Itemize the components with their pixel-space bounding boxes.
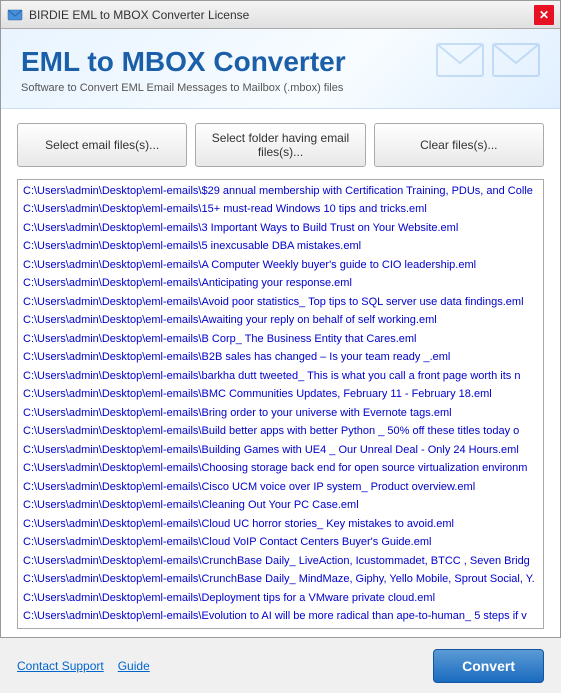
list-item: C:\Users\admin\Desktop\eml-emails\3 Impo… bbox=[20, 219, 544, 238]
list-item: C:\Users\admin\Desktop\eml-emails\Bring … bbox=[20, 404, 544, 423]
footer-links: Contact Support Guide bbox=[17, 659, 150, 673]
list-item: C:\Users\admin\Desktop\eml-emails\Buildi… bbox=[20, 441, 544, 460]
button-row: Select email files(s)... Select folder h… bbox=[17, 123, 544, 167]
clear-files-button[interactable]: Clear files(s)... bbox=[374, 123, 544, 167]
convert-button[interactable]: Convert bbox=[433, 649, 544, 683]
list-item: C:\Users\admin\Desktop\eml-emails\Cleani… bbox=[20, 496, 544, 515]
main-window: BIRDIE EML to MBOX Converter License ✕ E… bbox=[0, 0, 561, 638]
list-item: C:\Users\admin\Desktop\eml-emails\barkha… bbox=[20, 367, 544, 386]
app-subtitle: Software to Convert EML Email Messages t… bbox=[21, 82, 540, 94]
select-folder-button[interactable]: Select folder having email files(s)... bbox=[195, 123, 365, 167]
list-item: C:\Users\admin\Desktop\eml-emails\Choosi… bbox=[20, 459, 544, 478]
envelope-icon-1 bbox=[436, 43, 484, 77]
title-bar: BIRDIE EML to MBOX Converter License ✕ bbox=[1, 1, 560, 29]
footer: Contact Support Guide Convert bbox=[1, 641, 560, 693]
list-item: C:\Users\admin\Desktop\eml-emails\Deploy… bbox=[20, 589, 544, 608]
list-item: C:\Users\admin\Desktop\eml-emails\Avoid … bbox=[20, 293, 544, 312]
envelope-icon-2 bbox=[492, 43, 540, 77]
list-item: C:\Users\admin\Desktop\eml-emails\15+ mu… bbox=[20, 200, 544, 219]
list-item: C:\Users\admin\Desktop\eml-emails\Cloud … bbox=[20, 515, 544, 534]
list-item: C:\Users\admin\Desktop\eml-emails\Build … bbox=[20, 422, 544, 441]
file-list-container[interactable]: C:\Users\admin\Desktop\eml-emails\$29 an… bbox=[17, 179, 544, 629]
app-icon bbox=[7, 7, 23, 23]
guide-link[interactable]: Guide bbox=[118, 659, 150, 673]
header-area: EML to MBOX Converter Software to Conver… bbox=[1, 29, 560, 109]
list-item: C:\Users\admin\Desktop\eml-emails\$29 an… bbox=[20, 182, 544, 201]
list-item: C:\Users\admin\Desktop\eml-emails\Antici… bbox=[20, 274, 544, 293]
list-item: C:\Users\admin\Desktop\eml-emails\Awaiti… bbox=[20, 311, 544, 330]
select-files-button[interactable]: Select email files(s)... bbox=[17, 123, 187, 167]
file-list: C:\Users\admin\Desktop\eml-emails\$29 an… bbox=[20, 182, 544, 626]
list-item: C:\Users\admin\Desktop\eml-emails\Crunch… bbox=[20, 570, 544, 589]
contact-support-link[interactable]: Contact Support bbox=[17, 659, 104, 673]
list-item: C:\Users\admin\Desktop\eml-emails\5 inex… bbox=[20, 237, 544, 256]
title-bar-text: BIRDIE EML to MBOX Converter License bbox=[29, 8, 534, 22]
envelope-decoration bbox=[436, 43, 540, 77]
list-item: C:\Users\admin\Desktop\eml-emails\A Comp… bbox=[20, 256, 544, 275]
list-item: C:\Users\admin\Desktop\eml-emails\B2B sa… bbox=[20, 348, 544, 367]
list-item: C:\Users\admin\Desktop\eml-emails\Crunch… bbox=[20, 552, 544, 571]
list-item: C:\Users\admin\Desktop\eml-emails\Cisco … bbox=[20, 478, 544, 497]
list-item: C:\Users\admin\Desktop\eml-emails\BMC Co… bbox=[20, 385, 544, 404]
list-item: C:\Users\admin\Desktop\eml-emails\Evolut… bbox=[20, 607, 544, 626]
list-item: C:\Users\admin\Desktop\eml-emails\B Corp… bbox=[20, 330, 544, 349]
list-item: C:\Users\admin\Desktop\eml-emails\Cloud … bbox=[20, 533, 544, 552]
content-area: Select email files(s)... Select folder h… bbox=[1, 109, 560, 641]
close-button[interactable]: ✕ bbox=[534, 5, 554, 25]
